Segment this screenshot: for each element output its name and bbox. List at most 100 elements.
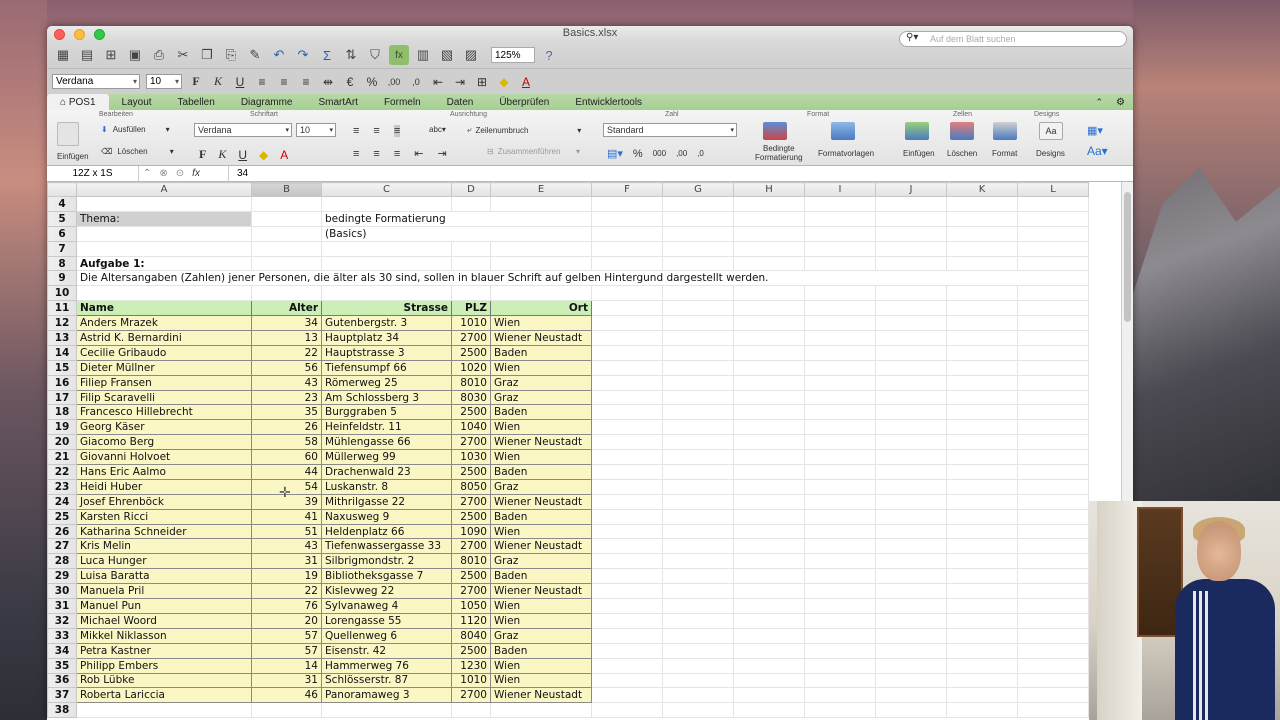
cell[interactable]: Mithrilgasse 22 [321,493,452,510]
cell[interactable]: 41 [251,508,322,525]
cell[interactable] [662,360,734,376]
cell[interactable]: Cecilie Gribaudo [76,344,252,361]
column-header[interactable]: E [490,182,592,197]
sort-icon[interactable]: ⇅ [341,45,361,65]
cell[interactable] [804,553,876,570]
cell[interactable] [733,553,805,570]
cell[interactable] [733,256,805,272]
cell[interactable] [591,434,663,451]
paste-icon[interactable] [57,122,79,146]
cell[interactable] [591,375,663,391]
cell[interactable]: bedingte Formatierung [321,211,592,227]
ribbon-font-select[interactable]: Verdana [194,123,292,137]
help-icon[interactable]: ? [539,45,559,65]
decrease-decimal-icon[interactable]: ,0 [408,77,424,87]
cell[interactable]: Tiefenwassergasse 33 [321,538,452,555]
cell[interactable] [591,538,663,555]
font-color-icon[interactable]: A [518,75,534,89]
cell[interactable]: 2700 [451,493,491,510]
cell[interactable] [591,494,663,510]
cell[interactable] [662,673,734,689]
cell[interactable] [251,196,322,212]
sheet-search-input[interactable]: ⚲▾ Auf dem Blatt suchen [899,31,1127,47]
insert-cells-icon[interactable] [905,122,929,140]
cell[interactable]: 43 [251,538,322,555]
align-top-icon[interactable]: ≡ [353,125,359,137]
cell[interactable] [662,449,734,466]
cell[interactable]: 43 [251,374,322,391]
cell[interactable] [946,330,1018,346]
cell[interactable]: Kris Melin [76,538,252,555]
cell[interactable] [490,196,592,212]
cell[interactable] [875,673,947,689]
cell[interactable]: Heinfeldstr. 11 [321,419,452,436]
cell[interactable] [875,241,947,257]
cell[interactable]: Aufgabe 1: [76,256,252,272]
cell[interactable] [451,241,491,257]
cell[interactable]: Müllerweg 99 [321,449,452,466]
cell[interactable]: Manuel Pun [76,598,252,614]
cell[interactable] [946,449,1018,466]
delete-cells-icon[interactable] [950,122,974,140]
templates-icon[interactable]: ▤ [77,45,97,65]
cell[interactable] [1017,509,1089,525]
cell[interactable]: 8010 [451,374,491,391]
cell[interactable]: 1010 [451,315,491,332]
conditional-formatting-icon[interactable] [763,122,787,140]
font-name-select[interactable]: Verdana [52,74,140,89]
column-header[interactable]: C [321,182,452,197]
cell[interactable]: 58 [251,434,322,451]
cell[interactable] [490,256,592,272]
row-header[interactable]: 34 [47,642,77,659]
cell[interactable]: Graz [490,627,592,644]
cell[interactable] [490,241,592,257]
cell[interactable]: 22 [251,344,322,361]
cell[interactable] [733,449,805,466]
cell[interactable]: Baden [490,642,592,659]
cell[interactable] [733,390,805,406]
ribbon-outdent-icon[interactable]: ⇤ [414,147,423,160]
cell[interactable] [451,196,491,212]
cell[interactable] [591,673,663,689]
cell[interactable] [662,553,734,570]
row-header[interactable]: 6 [47,225,77,242]
cell[interactable]: 46 [251,687,322,704]
cell-styles-icon[interactable] [831,122,855,140]
cell[interactable] [804,449,876,466]
cell[interactable] [662,375,734,391]
row-header[interactable]: 33 [47,627,77,644]
cell[interactable]: Graz [490,389,592,406]
row-header[interactable]: 25 [47,508,77,525]
cell[interactable] [875,538,947,555]
ribbon-font-color-icon[interactable]: A [280,148,288,162]
cell[interactable] [804,375,876,391]
cell[interactable] [946,375,1018,391]
cell[interactable]: 44 [251,464,322,480]
tab-layout[interactable]: Layout [109,94,165,110]
cell[interactable] [946,538,1018,555]
row-header[interactable]: 31 [47,598,77,614]
cell[interactable] [875,285,947,302]
cell[interactable]: Wien [490,315,592,332]
cell[interactable] [733,598,805,614]
cell[interactable]: 8010 [451,553,491,570]
cell[interactable] [804,494,876,510]
cell[interactable]: 1050 [451,598,491,614]
cell[interactable]: Astrid K. Bernardini [76,330,252,346]
row-header[interactable]: 15 [47,359,77,376]
cell[interactable] [662,479,734,495]
column-header[interactable]: J [875,182,947,197]
cell[interactable] [733,673,805,689]
accounting-icon[interactable]: ▤▾ [607,147,623,160]
cell[interactable] [804,360,876,376]
row-header[interactable]: 30 [47,583,77,600]
cell[interactable] [875,687,947,704]
cell[interactable] [733,211,805,227]
cell[interactable]: 1020 [451,359,491,376]
thousands-icon[interactable]: 000 [653,149,666,158]
cell[interactable] [733,613,805,629]
cell[interactable] [875,434,947,451]
cell[interactable]: 31 [251,672,322,689]
tab-pos1[interactable]: ⌂ POS1 [47,94,109,110]
cell[interactable]: Filip Scaravelli [76,389,252,406]
